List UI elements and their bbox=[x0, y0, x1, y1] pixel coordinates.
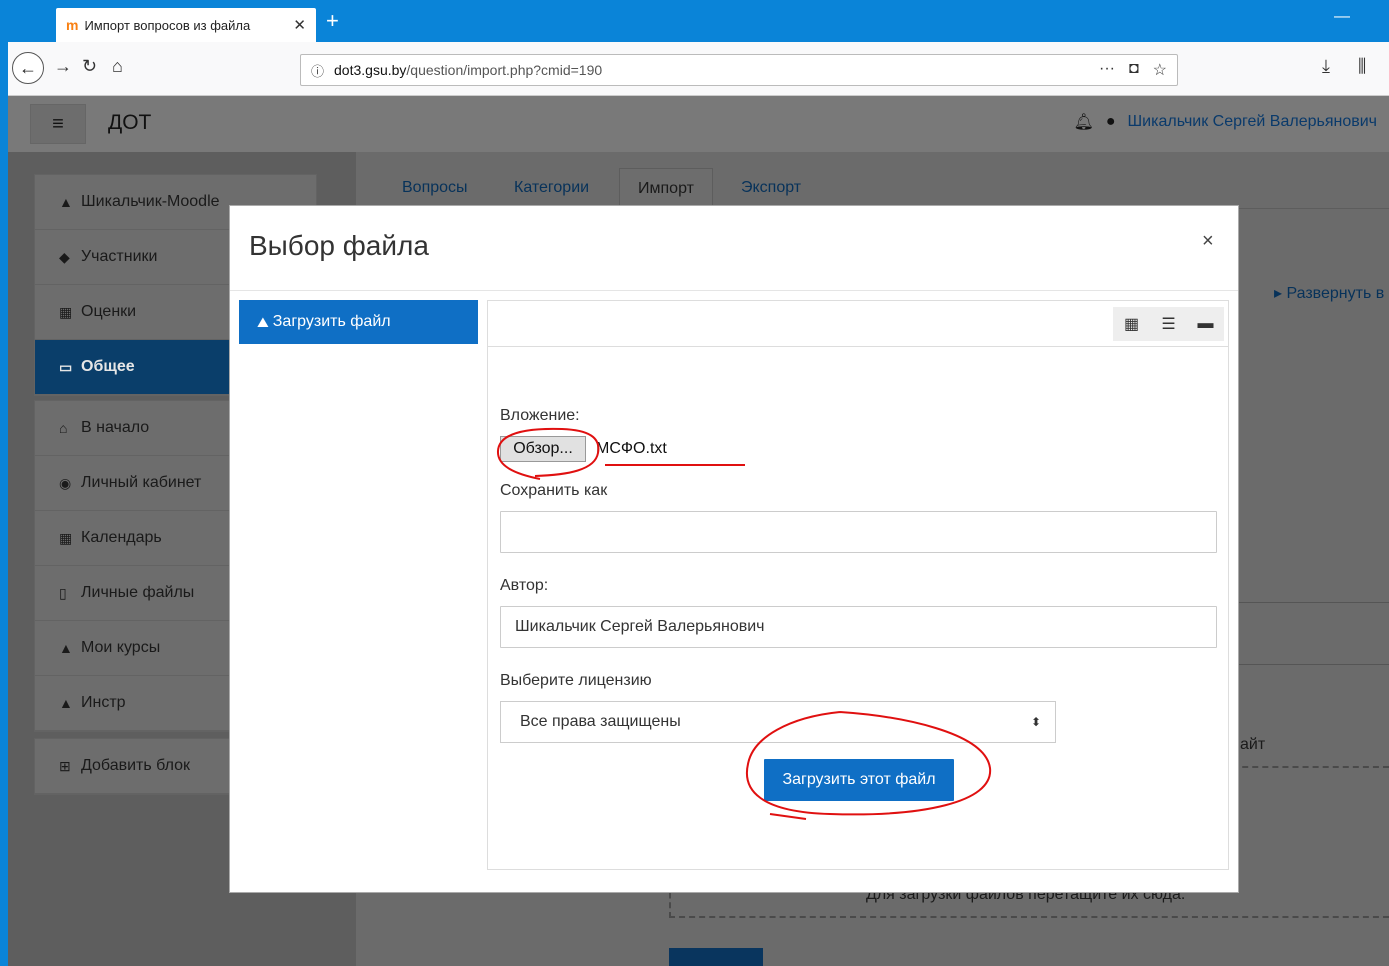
license-label: Выберите лицензию bbox=[500, 672, 652, 689]
dashboard-icon: ◉ bbox=[59, 474, 72, 491]
nav-item-label: Оценки bbox=[81, 303, 137, 320]
source-label: Загрузить файл bbox=[272, 313, 391, 330]
home-icon[interactable]: ⌂ bbox=[112, 56, 123, 77]
select-arrows-icon: ⬍ bbox=[1030, 715, 1041, 729]
browse-button[interactable]: Обзор... bbox=[500, 436, 586, 462]
nav-item-label: Общее bbox=[81, 358, 135, 375]
reload-icon[interactable]: ↻ bbox=[82, 56, 97, 77]
view-toolbar: ▦ ☰ ▬ bbox=[488, 301, 1228, 347]
bookmark-star-icon[interactable]: ☆ bbox=[1153, 60, 1167, 80]
selected-file-name: МСФО.txt bbox=[596, 440, 667, 457]
url-host: dot3.gsu.by bbox=[334, 62, 407, 78]
tab-title: Импорт вопросов из файла bbox=[84, 17, 251, 33]
upload-file-button[interactable]: Загрузить этот файл bbox=[764, 759, 954, 801]
grid-view-icon[interactable]: ▦ bbox=[1113, 307, 1150, 341]
divider bbox=[1238, 664, 1389, 665]
upload-image-icon: ⛰ bbox=[257, 313, 269, 330]
author-input[interactable]: Шикальчик Сергей Валерьянович bbox=[500, 606, 1217, 648]
nav-item-label: Личные файлы bbox=[81, 584, 195, 601]
more-actions-icon[interactable]: ··· bbox=[1099, 60, 1115, 80]
license-value: Все права защищены bbox=[520, 713, 681, 730]
author-label: Автор: bbox=[500, 577, 549, 594]
plus-square-icon: ⊞ bbox=[59, 757, 71, 774]
moodle-favicon-icon: m bbox=[66, 17, 79, 33]
save-as-label: Сохранить как bbox=[500, 482, 608, 499]
calendar-icon: ▦ bbox=[59, 529, 73, 546]
users-icon: ◆ bbox=[59, 248, 70, 265]
home-icon: ⌂ bbox=[59, 420, 68, 436]
tab-categories[interactable]: Категории bbox=[514, 168, 589, 208]
browser-navbar: ← → ↻ ⌂ ⓘ dot3.gsu.by/question/import.ph… bbox=[8, 42, 1389, 96]
download-icon[interactable]: ⤓ bbox=[1322, 56, 1330, 77]
upload-form: Вложение: Обзор... МСФО.txt Сохранить ка… bbox=[500, 407, 1218, 743]
minimize-icon[interactable]: — bbox=[1334, 8, 1350, 26]
list-view-icon[interactable]: ☰ bbox=[1150, 307, 1187, 341]
graduation-cap-icon: ▲ bbox=[59, 695, 73, 711]
browser-tab[interactable]: m Импорт вопросов из файла ✕ bbox=[56, 8, 316, 42]
expand-link-label: Развернуть в bbox=[1286, 285, 1385, 302]
nav-item-label: В начало bbox=[81, 419, 150, 436]
attachment-label: Вложение: bbox=[500, 407, 580, 424]
divider bbox=[1238, 602, 1389, 603]
menu-toggle-icon[interactable]: ≡ bbox=[30, 104, 86, 144]
partial-label: айт bbox=[1240, 736, 1266, 753]
table-icon: ▦ bbox=[59, 303, 73, 320]
graduation-cap-icon: ▲ bbox=[59, 194, 73, 210]
library-icon[interactable]: ⫼ bbox=[1358, 56, 1366, 77]
save-as-input[interactable] bbox=[500, 511, 1217, 553]
tab-export[interactable]: Экспорт bbox=[741, 168, 801, 208]
forward-arrow-icon[interactable]: → bbox=[54, 56, 72, 77]
browser-tab-strip: m Импорт вопросов из файла ✕ + — bbox=[0, 0, 1389, 42]
notification-bell-icon[interactable]: 🔔︎ bbox=[1074, 112, 1094, 132]
new-tab-icon[interactable]: + bbox=[326, 10, 339, 32]
info-icon[interactable]: ⓘ bbox=[311, 61, 324, 80]
nav-item-label: Добавить блок bbox=[81, 757, 191, 774]
site-header: ≡ ДОТ 🔔︎ ● Шикальчик Сергей Валерьянович bbox=[8, 96, 1389, 152]
nav-item-label: Участники bbox=[81, 248, 158, 265]
graduation-cap-icon: ▲ bbox=[59, 640, 73, 656]
view-switcher: ▦ ☰ ▬ bbox=[1113, 307, 1224, 341]
close-icon[interactable]: × bbox=[1202, 230, 1214, 253]
file-source-list: ⛰ Загрузить файл bbox=[239, 300, 478, 344]
folder-view-icon[interactable]: ▬ bbox=[1187, 307, 1224, 341]
nav-item-label: Шикальчик-Moodle bbox=[81, 193, 220, 210]
site-name[interactable]: ДОТ bbox=[108, 111, 151, 135]
nav-item-label: Календарь bbox=[81, 529, 162, 546]
nav-item-label: Мои курсы bbox=[81, 639, 161, 656]
tab-close-icon[interactable]: ✕ bbox=[293, 16, 306, 34]
import-button[interactable] bbox=[669, 948, 763, 966]
license-select[interactable]: Все права защищены ⬍ bbox=[500, 701, 1056, 743]
dialog-header: Выбор файла × bbox=[230, 206, 1238, 291]
nav-item-label: Инстр bbox=[81, 694, 126, 711]
url-bar[interactable]: ⓘ dot3.gsu.by/question/import.php?cmid=1… bbox=[300, 54, 1178, 86]
folder-icon: ▭ bbox=[59, 358, 73, 375]
user-menu[interactable]: Шикальчик Сергей Валерьянович bbox=[1128, 113, 1378, 131]
dialog-title: Выбор файла bbox=[249, 230, 429, 261]
pocket-icon[interactable]: ◘ bbox=[1129, 60, 1139, 80]
expand-all-link[interactable]: ▸ Развернуть в bbox=[1274, 283, 1384, 303]
tab-import[interactable]: Импорт bbox=[619, 168, 713, 208]
back-arrow-icon[interactable]: ← bbox=[12, 52, 44, 84]
nav-item-label: Личный кабинет bbox=[81, 474, 202, 491]
window-border bbox=[0, 0, 8, 966]
file-picker-panel: ▦ ☰ ▬ Вложение: Обзор... МСФО.txt Сохран… bbox=[487, 300, 1229, 870]
source-upload-file[interactable]: ⛰ Загрузить файл bbox=[239, 300, 478, 344]
url-path: /question/import.php?cmid=190 bbox=[406, 62, 603, 78]
file-icon: ▯ bbox=[59, 584, 67, 601]
tab-questions[interactable]: Вопросы bbox=[402, 168, 468, 208]
file-picker-dialog: Выбор файла × ⛰ Загрузить файл ▦ ☰ ▬ Вло… bbox=[229, 205, 1239, 893]
messages-icon[interactable]: ● bbox=[1106, 113, 1116, 131]
url-text: dot3.gsu.by/question/import.php?cmid=190 bbox=[334, 62, 602, 78]
